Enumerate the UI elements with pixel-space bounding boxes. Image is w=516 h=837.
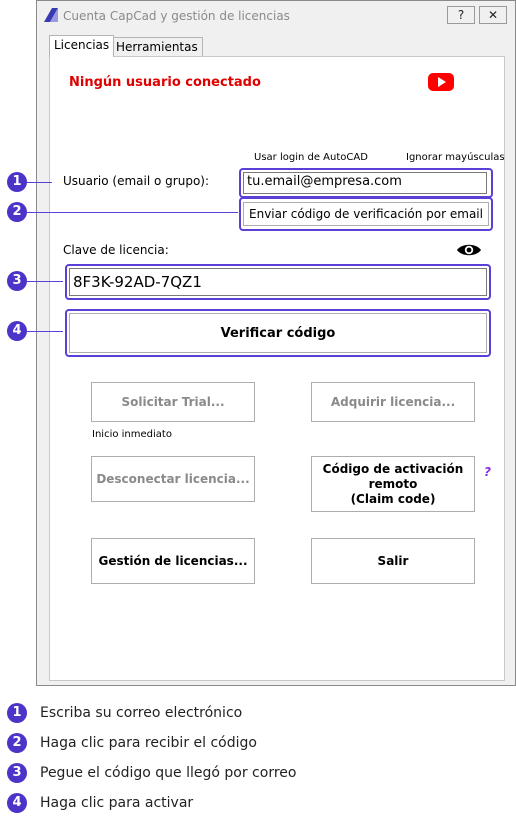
legend-badge-2: 2 <box>7 733 27 753</box>
legend-badge-1: 1 <box>7 703 27 723</box>
legend-text-1: Escriba su correo electrónico <box>40 705 243 721</box>
eye-icon[interactable] <box>456 242 482 258</box>
legend-text-4: Haga clic para activar <box>40 795 194 811</box>
close-button[interactable]: ✕ <box>479 6 507 24</box>
user-email-input[interactable]: tu.email@empresa.com <box>243 172 487 194</box>
claim-code-line-1: Código de activación <box>322 461 464 476</box>
title-bar: Cuenta CapCad y gestión de licencias ? ✕ <box>37 1 515 31</box>
claim-code-button[interactable]: Código de activación remoto (Claim code) <box>311 456 475 512</box>
manage-licenses-button[interactable]: Gestión de licencias... <box>91 538 255 584</box>
callout-badge-2: 2 <box>7 202 27 222</box>
tab-licencias[interactable]: Licencias <box>49 35 115 57</box>
claim-code-line-2: remoto <box>368 476 418 491</box>
legend-text-3: Pegue el código que llegó por correo <box>40 765 297 781</box>
user-highlight: tu.email@empresa.com <box>239 168 493 198</box>
license-key-highlight: 8F3K-92AD-7QZ1 <box>65 264 491 300</box>
tab-herramientas[interactable]: Herramientas <box>111 37 203 57</box>
callout-connector-1 <box>27 182 52 183</box>
trial-note: Inicio inmediato <box>92 429 172 440</box>
buy-license-button[interactable]: Adquirir licencia... <box>311 382 475 422</box>
license-key-label: Clave de licencia: <box>63 243 169 257</box>
window-title: Cuenta CapCad y gestión de licencias <box>63 9 290 23</box>
verify-code-button[interactable]: Verificar código <box>69 313 487 353</box>
app-window: Cuenta CapCad y gestión de licencias ? ✕… <box>36 0 516 686</box>
help-button[interactable]: ? <box>447 6 475 24</box>
licencias-panel: Ningún usuario conectado Usar login de A… <box>49 56 505 681</box>
callout-badge-3: 3 <box>7 271 27 291</box>
autocad-login-option[interactable]: Usar login de AutoCAD <box>254 152 368 163</box>
exit-button[interactable]: Salir <box>311 538 475 584</box>
callout-connector-2 <box>27 212 238 213</box>
legend-badge-3: 3 <box>7 763 27 783</box>
callout-connector-3 <box>27 281 63 282</box>
legend-badge-4: 4 <box>7 793 27 813</box>
user-label: Usuario (email o grupo): <box>63 174 210 188</box>
youtube-icon[interactable] <box>428 73 454 91</box>
callout-badge-4: 4 <box>7 321 27 341</box>
legend-text-2: Haga clic para recibir el código <box>40 735 257 751</box>
send-code-highlight: Enviar código de verificación por email <box>239 197 493 231</box>
disconnect-license-button[interactable]: Desconectar licencia... <box>91 456 255 502</box>
send-code-button[interactable]: Enviar código de verificación por email <box>243 202 489 226</box>
claim-help-icon[interactable]: ? <box>484 465 491 479</box>
callout-connector-4 <box>27 331 63 332</box>
claim-code-line-3: (Claim code) <box>350 491 436 506</box>
connection-status: Ningún usuario conectado <box>69 75 261 90</box>
request-trial-button[interactable]: Solicitar Trial... <box>91 382 255 422</box>
verify-highlight: Verificar código <box>65 309 491 357</box>
ignore-case-option[interactable]: Ignorar mayúsculas <box>406 152 505 163</box>
capcad-logo-icon <box>44 8 58 22</box>
callout-badge-1: 1 <box>7 172 27 192</box>
license-key-input[interactable]: 8F3K-92AD-7QZ1 <box>69 268 487 296</box>
